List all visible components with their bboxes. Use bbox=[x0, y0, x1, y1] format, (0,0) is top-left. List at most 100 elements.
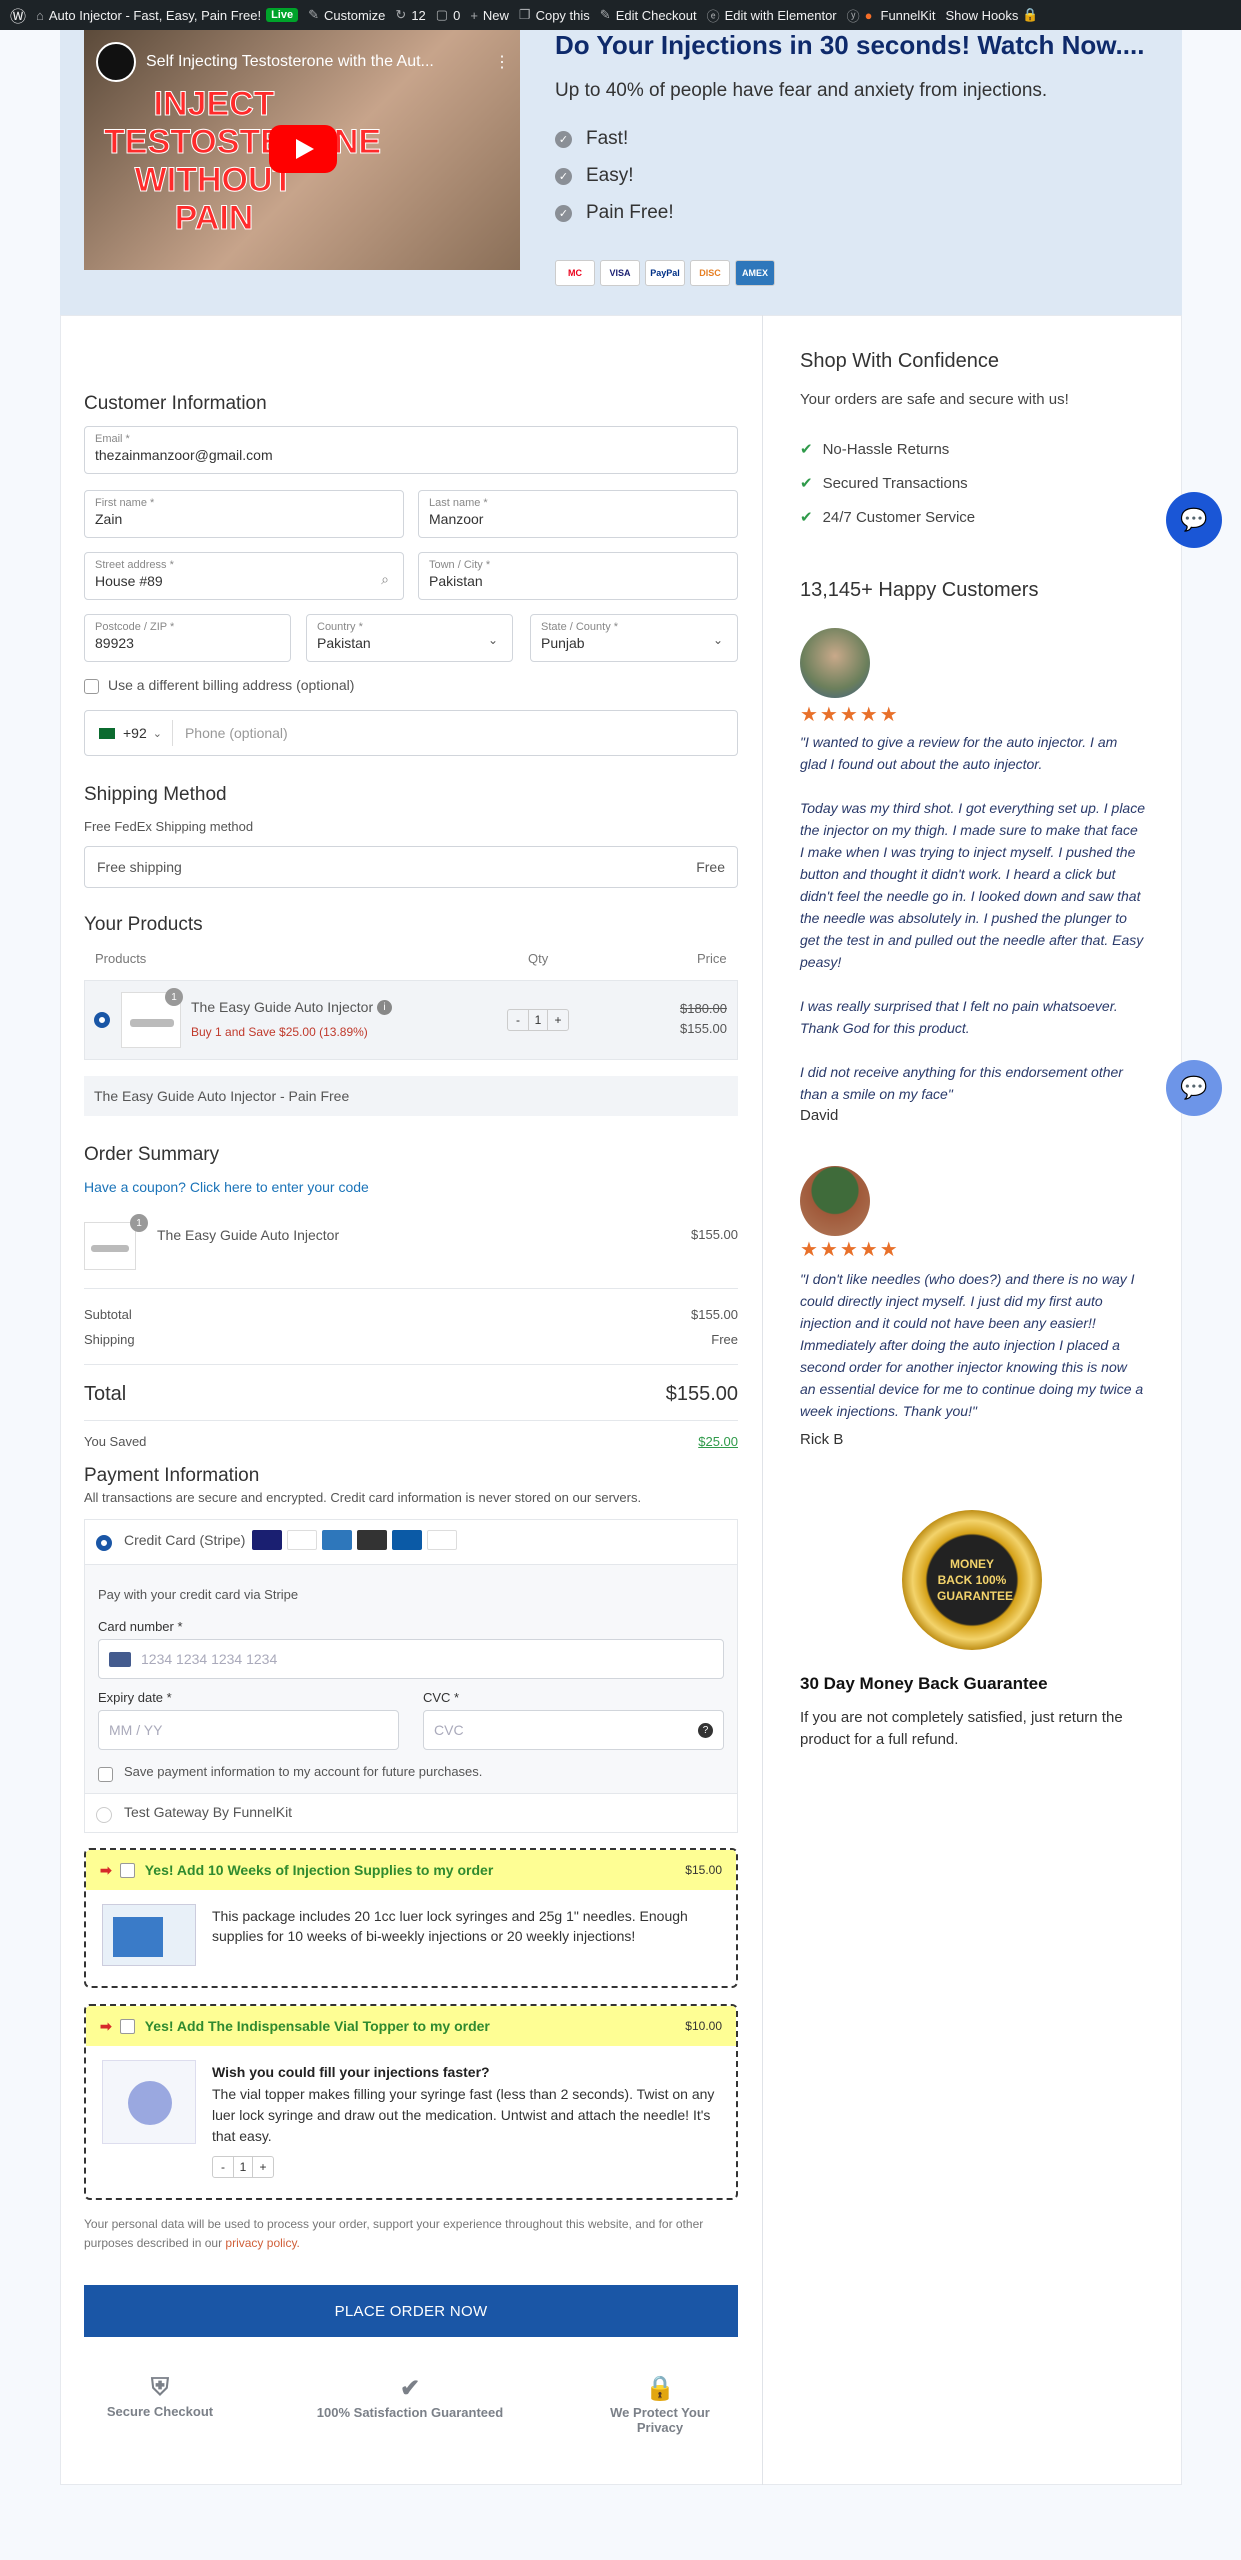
upsell-checkbox[interactable] bbox=[119, 2018, 135, 2034]
admin-comments[interactable]: ▢ 0 bbox=[436, 7, 461, 23]
state-select[interactable]: State / County * Punjab ⌄ bbox=[530, 614, 738, 662]
review-stars: ★★★★★ bbox=[800, 704, 900, 726]
info-icon[interactable]: i bbox=[377, 1000, 392, 1015]
channel-logo bbox=[96, 42, 136, 82]
payment-methods: Credit Card (Stripe) Pay with your credi… bbox=[84, 1519, 738, 1833]
confidence-point: ✔ No-Hassle Returns bbox=[800, 441, 950, 458]
city-field[interactable]: Town / City * Pakistan bbox=[418, 552, 738, 600]
place-order-button[interactable]: PLACE ORDER NOW bbox=[84, 2285, 738, 2337]
admin-show-hooks[interactable]: Show Hooks 🔒 bbox=[945, 7, 1043, 23]
you-saved-label: You Saved bbox=[84, 1434, 147, 1449]
first-name-field[interactable]: First name * Zain bbox=[84, 490, 404, 538]
admin-site-link[interactable]: ⌂ Auto Injector - Fast, Easy, Pain Free! L… bbox=[36, 8, 299, 23]
chat-bubble-icon[interactable]: 💬 bbox=[1166, 492, 1222, 548]
phone-field[interactable]: +92 ⌄ Phone (optional) bbox=[84, 710, 738, 756]
product-row[interactable]: 1 The Easy Guide Auto Injector i Buy 1 a… bbox=[84, 980, 738, 1060]
upsell-title[interactable]: Yes! Add The Indispensable Vial Topper t… bbox=[145, 2018, 686, 2034]
stripe-label[interactable]: Credit Card (Stripe) bbox=[124, 1532, 245, 1548]
summary-thumbnail bbox=[84, 1222, 136, 1270]
guarantee-text: If you are not completely satisfied, jus… bbox=[800, 1709, 1123, 1748]
yoast-icon: ⓨ bbox=[846, 8, 860, 24]
street-address-field[interactable]: Street address * House #89 ⌕ bbox=[84, 552, 404, 600]
product-price: $155.00 bbox=[680, 1021, 727, 1036]
more-options-icon[interactable]: ⋮ bbox=[494, 52, 510, 72]
upsell-supplies: ➡ Yes! Add 10 Weeks of Injection Supplies… bbox=[84, 1848, 738, 1988]
upsell-vial-topper: ➡ Yes! Add The Indispensable Vial Topper … bbox=[84, 2004, 738, 2200]
money-back-seal: MONEY BACK 100% GUARANTEE bbox=[902, 1510, 1042, 1650]
product-radio[interactable] bbox=[94, 1012, 110, 1028]
customer-info-title: Customer Information bbox=[84, 393, 267, 414]
billing-address-checkbox[interactable] bbox=[84, 679, 99, 694]
card-number-input[interactable]: 1234 1234 1234 1234 bbox=[98, 1639, 724, 1679]
play-button-icon[interactable] bbox=[269, 125, 337, 173]
trust-privacy: 🔒 We Protect Your Privacy bbox=[590, 2374, 730, 2435]
review-author: David bbox=[800, 1107, 839, 1124]
increment-button[interactable]: + bbox=[253, 2157, 273, 2177]
admin-copy[interactable]: ❐ Copy this bbox=[519, 7, 590, 23]
elementor-icon: ⓔ bbox=[706, 8, 720, 24]
subtotal-label: Subtotal bbox=[84, 1307, 132, 1322]
admin-elementor[interactable]: ⓔ Edit with Elementor bbox=[707, 6, 837, 25]
email-field[interactable]: Email * thezainmanzoor@gmail.com bbox=[84, 426, 738, 474]
last-name-field[interactable]: Last name * Manzoor bbox=[418, 490, 738, 538]
upsell-quantity-stepper[interactable]: -1 + bbox=[212, 2156, 274, 2178]
confidence-point: ✔ Secured Transactions bbox=[800, 475, 968, 492]
card-number-label: Card number * bbox=[98, 1619, 183, 1634]
cvc-label: CVC * bbox=[423, 1690, 460, 1705]
confidence-title: Shop With Confidence bbox=[800, 350, 1000, 372]
chevron-down-icon: ⌄ bbox=[487, 633, 498, 647]
order-summary-title: Order Summary bbox=[84, 1144, 220, 1165]
admin-updates[interactable]: ↻ 12 bbox=[395, 7, 425, 23]
coupon-link[interactable]: Have a coupon? Click here to enter your … bbox=[84, 1179, 369, 1195]
quantity-stepper[interactable]: -1 + bbox=[507, 1009, 569, 1031]
test-gateway-label[interactable]: Test Gateway By FunnelKit bbox=[124, 1804, 292, 1820]
admin-new[interactable]: + New bbox=[470, 8, 509, 23]
reviewer-avatar bbox=[800, 1166, 870, 1236]
trust-secure-checkout: ⛨ Secure Checkout bbox=[95, 2374, 225, 2419]
quantity-badge: 1 bbox=[165, 988, 183, 1006]
total-label: Total bbox=[84, 1383, 127, 1405]
stripe-radio[interactable] bbox=[96, 1535, 112, 1551]
decrement-button[interactable]: - bbox=[508, 1010, 528, 1030]
summary-item-price: $155.00 bbox=[691, 1227, 738, 1242]
guarantee-title: 30 Day Money Back Guarantee bbox=[800, 1674, 1048, 1693]
paypal-icon: PayPal bbox=[645, 260, 685, 286]
vial-topper-image bbox=[102, 2060, 196, 2144]
video-player[interactable]: Self Injecting Testosterone with the Aut… bbox=[84, 30, 520, 270]
upsell-title[interactable]: Yes! Add 10 Weeks of Injection Supplies … bbox=[145, 1862, 686, 1878]
billing-address-label: Use a different billing address (optiona… bbox=[108, 677, 355, 693]
decrement-button[interactable]: - bbox=[213, 2157, 233, 2177]
cvc-help-icon[interactable]: ? bbox=[698, 1722, 713, 1738]
upsell-checkbox[interactable] bbox=[119, 1862, 135, 1878]
amex-icon bbox=[322, 1530, 352, 1550]
jcb-icon bbox=[392, 1530, 422, 1550]
privacy-policy-link[interactable]: privacy policy. bbox=[225, 2236, 299, 2250]
brush-icon: ✎ bbox=[308, 7, 319, 22]
quantity-value[interactable]: 1 bbox=[233, 2157, 253, 2177]
lock-icon: 🔒 bbox=[645, 2375, 675, 2402]
cvc-input[interactable]: CVC? bbox=[423, 1710, 724, 1750]
expiry-input[interactable]: MM / YY bbox=[98, 1710, 399, 1750]
quantity-value[interactable]: 1 bbox=[528, 1010, 548, 1030]
wordpress-icon[interactable]: Ⓦ bbox=[10, 3, 26, 27]
admin-funnelkit[interactable]: ⓨ ● FunnelKit bbox=[847, 6, 936, 25]
admin-edit-checkout[interactable]: ✎ Edit Checkout bbox=[600, 7, 697, 23]
test-gateway-radio[interactable] bbox=[96, 1807, 112, 1823]
increment-button[interactable]: + bbox=[548, 1010, 568, 1030]
check-circle-icon: ✓ bbox=[555, 130, 572, 148]
zip-field[interactable]: Postcode / ZIP * 89923 bbox=[84, 614, 291, 662]
expiry-label: Expiry date * bbox=[98, 1690, 172, 1705]
country-select[interactable]: Country * Pakistan ⌄ bbox=[306, 614, 513, 662]
plus-icon: + bbox=[470, 7, 478, 23]
hero-headline: Do Your Injections in 30 seconds! Watch … bbox=[555, 30, 1145, 60]
admin-customize[interactable]: ✎ Customize bbox=[308, 7, 385, 23]
save-payment-label: Save payment information to my account f… bbox=[124, 1764, 483, 1779]
save-payment-checkbox[interactable] bbox=[98, 1767, 113, 1782]
phone-input[interactable]: Phone (optional) bbox=[185, 725, 288, 741]
mastercard-icon: MC bbox=[555, 260, 595, 286]
shipping-option[interactable]: Free shipping Free bbox=[84, 846, 738, 888]
phone-country-code[interactable]: +92 bbox=[123, 725, 147, 741]
review-text: "I wanted to give a review for the auto … bbox=[800, 731, 1145, 1127]
chat-bubble-icon[interactable]: 💬 bbox=[1166, 1060, 1222, 1116]
copy-icon: ❐ bbox=[518, 7, 531, 22]
